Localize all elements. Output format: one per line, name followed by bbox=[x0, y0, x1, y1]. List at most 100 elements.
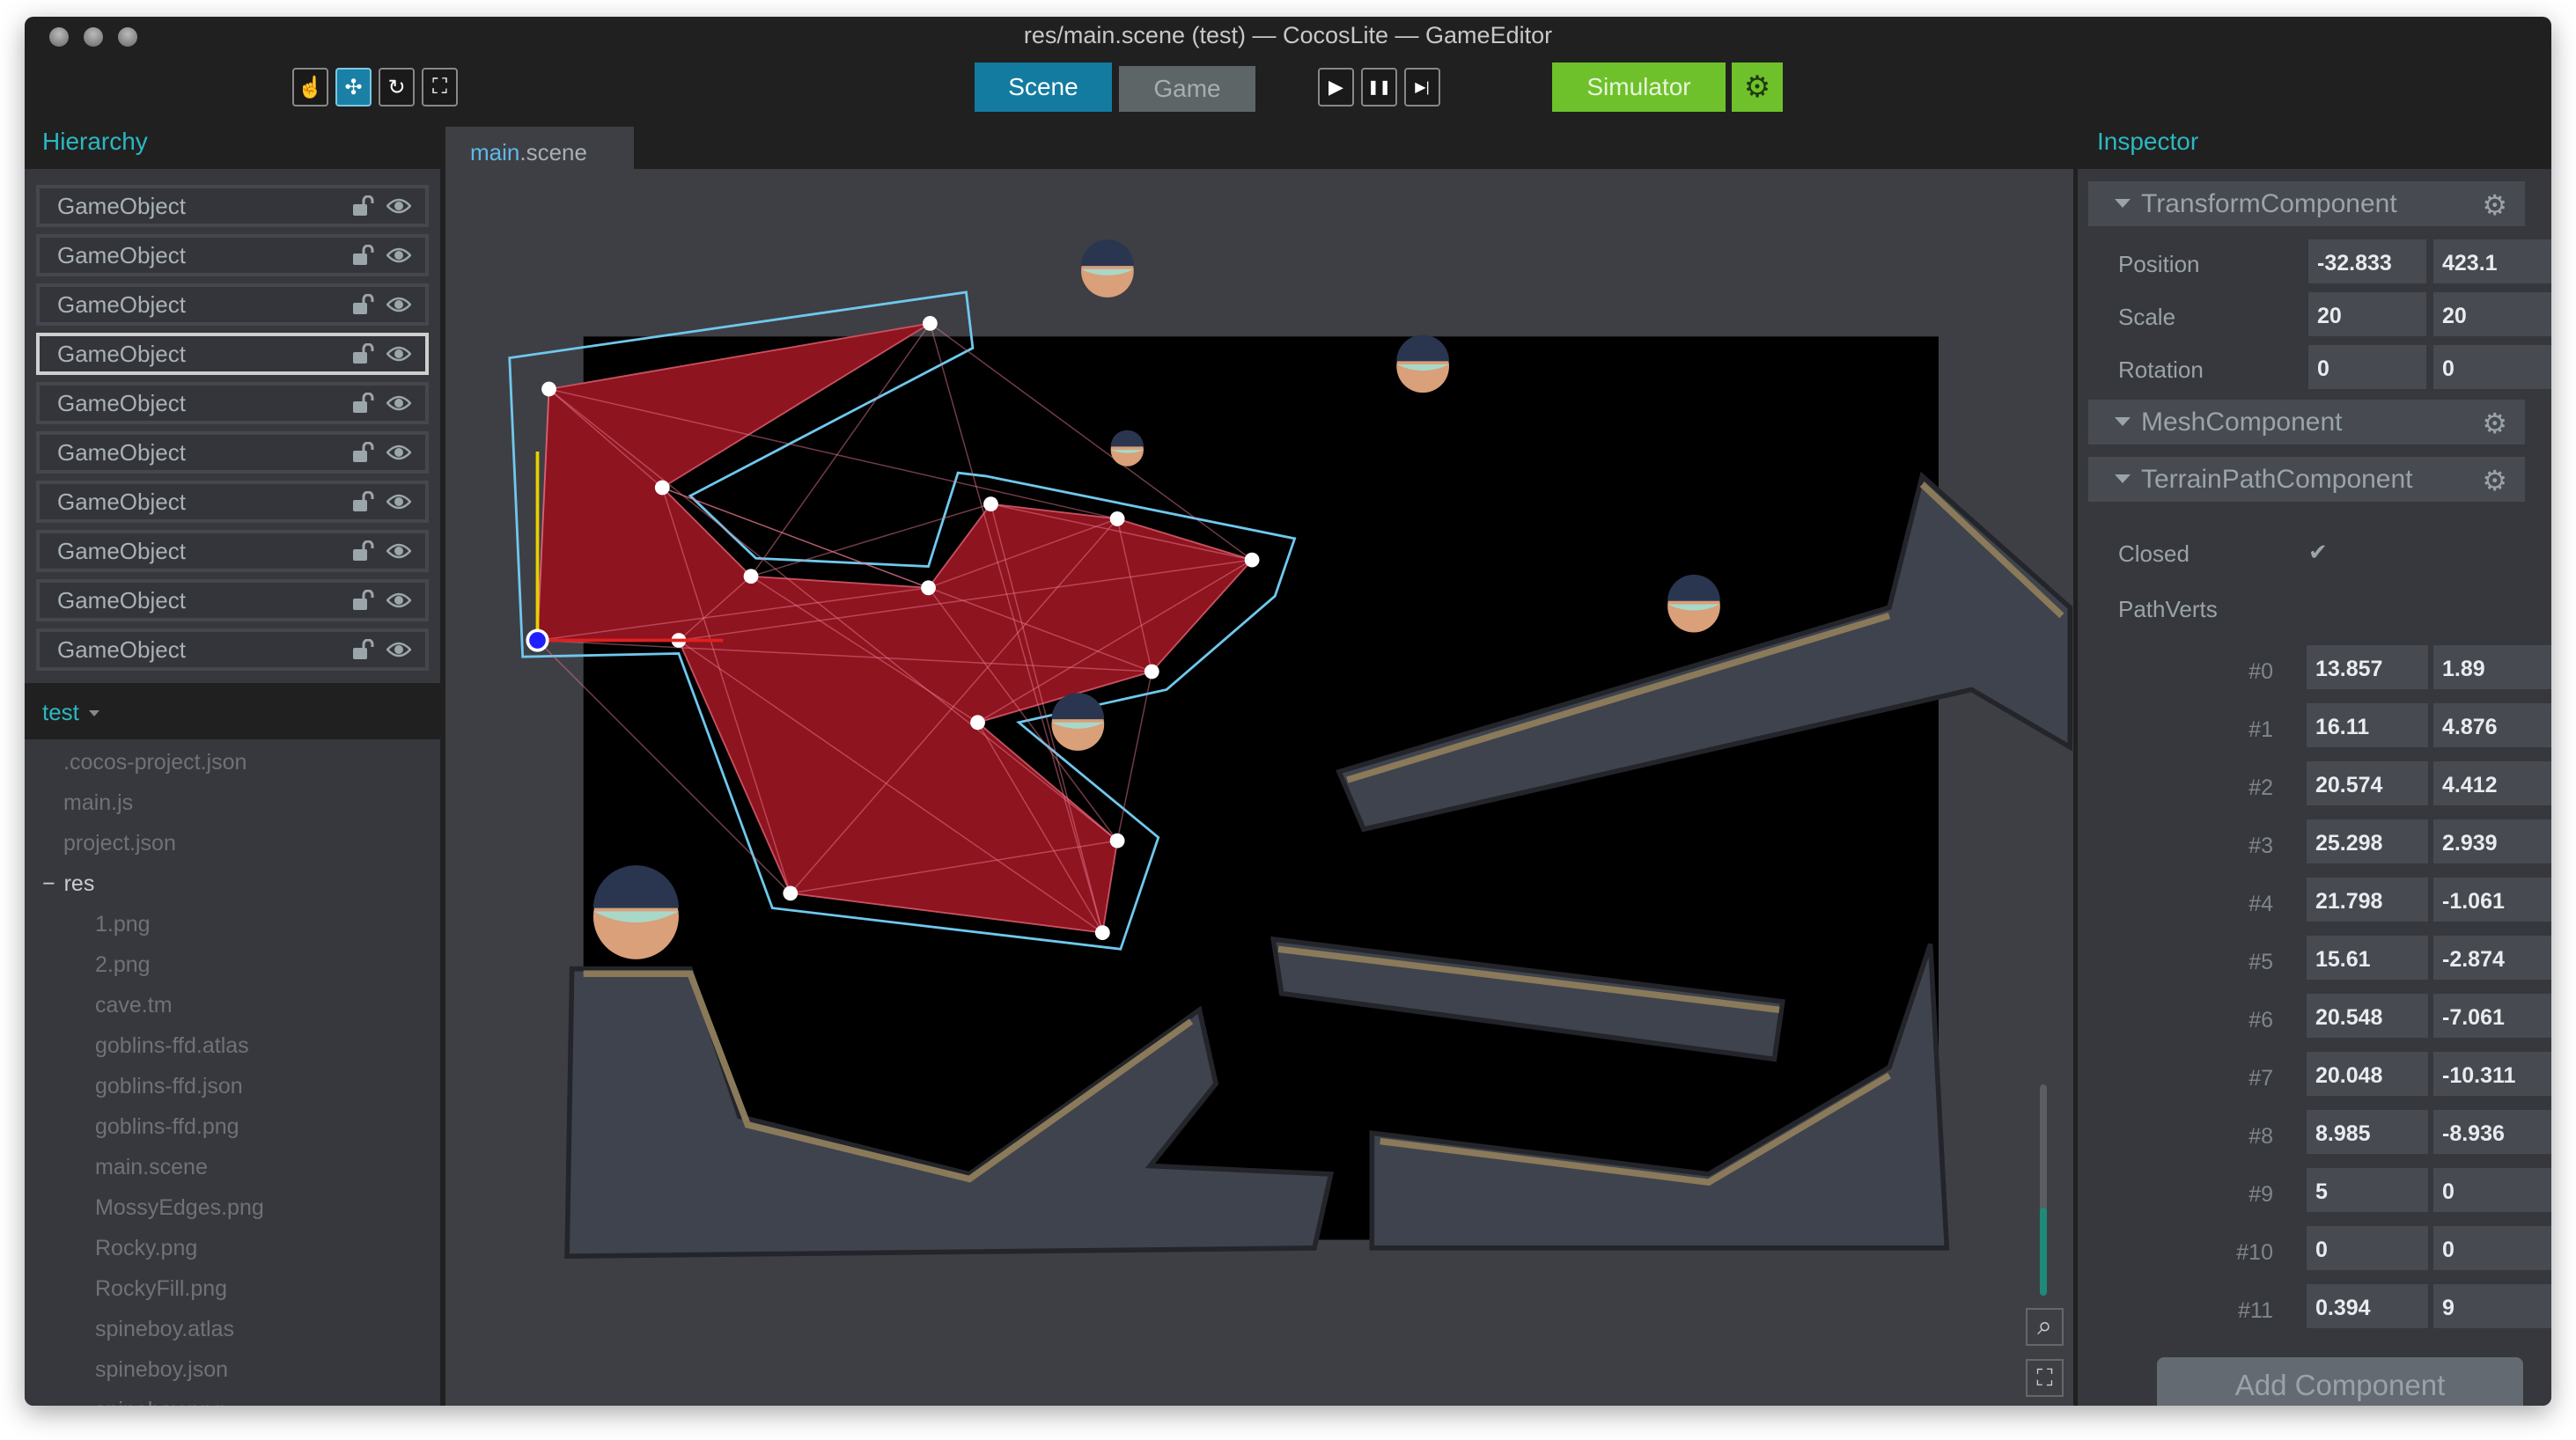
vertex-y-field[interactable]: -8.936 bbox=[2433, 1110, 2551, 1154]
character-sprite[interactable] bbox=[1110, 430, 1144, 467]
gizmo-origin[interactable] bbox=[526, 628, 549, 652]
hierarchy-item[interactable]: GameObject bbox=[36, 431, 429, 474]
hierarchy-item[interactable]: GameObject bbox=[36, 579, 429, 621]
vertex-handle[interactable] bbox=[1244, 552, 1260, 568]
scene-canvas[interactable] bbox=[445, 169, 2073, 1406]
unlock-icon[interactable] bbox=[353, 343, 376, 364]
unlock-icon[interactable] bbox=[353, 393, 376, 414]
vertex-handle[interactable] bbox=[783, 885, 799, 901]
hierarchy-item[interactable]: GameObject bbox=[36, 283, 429, 326]
hierarchy-item[interactable]: GameObject bbox=[36, 333, 429, 375]
eye-icon[interactable] bbox=[386, 591, 411, 609]
eye-icon[interactable] bbox=[386, 345, 411, 363]
eye-icon[interactable] bbox=[386, 542, 411, 560]
unlock-icon[interactable] bbox=[353, 590, 376, 611]
hierarchy-item[interactable]: GameObject bbox=[36, 382, 429, 424]
vertex-y-field[interactable]: 0 bbox=[2433, 1168, 2551, 1212]
add-component-button[interactable]: Add Component bbox=[2157, 1357, 2523, 1406]
vertex-handle[interactable] bbox=[1144, 664, 1159, 680]
gear-icon[interactable]: ⚙ bbox=[2482, 464, 2507, 497]
vertex-x-field[interactable]: 20.548 bbox=[2307, 994, 2428, 1038]
scale-y-field[interactable]: 20 bbox=[2433, 292, 2551, 336]
vertex-y-field[interactable]: 4.412 bbox=[2433, 761, 2551, 805]
step-button[interactable]: ▶| bbox=[1404, 68, 1440, 107]
file-item[interactable]: main.js bbox=[63, 790, 133, 816]
vertex-handle[interactable] bbox=[983, 496, 998, 512]
unlock-icon[interactable] bbox=[353, 195, 376, 217]
tab-main-scene[interactable]: main.scene bbox=[445, 127, 634, 169]
file-item[interactable]: cave.tm bbox=[95, 993, 173, 1018]
scene-viewport[interactable]: ⌕ ⛶ bbox=[445, 169, 2073, 1406]
vertex-handle[interactable] bbox=[970, 715, 985, 731]
vertex-x-field[interactable]: 16.11 bbox=[2307, 703, 2428, 747]
eye-icon[interactable] bbox=[386, 197, 411, 215]
unlock-icon[interactable] bbox=[353, 294, 376, 315]
file-item[interactable]: MossyEdges.png bbox=[95, 1195, 264, 1221]
vertex-x-field[interactable]: 0 bbox=[2307, 1226, 2428, 1270]
unlock-icon[interactable] bbox=[353, 245, 376, 266]
character-sprite[interactable] bbox=[1667, 574, 1720, 633]
unlock-icon[interactable] bbox=[353, 639, 376, 660]
eye-icon[interactable] bbox=[386, 394, 411, 412]
file-item[interactable]: goblins-ffd.atlas bbox=[95, 1033, 249, 1059]
vertex-y-field[interactable]: -7.061 bbox=[2433, 994, 2551, 1038]
file-item[interactable]: spineboy.atlas bbox=[95, 1317, 234, 1342]
vertex-y-field[interactable]: 9 bbox=[2433, 1284, 2551, 1328]
file-item[interactable]: spineboy.png bbox=[95, 1398, 224, 1406]
position-y-field[interactable]: 423.1 bbox=[2433, 239, 2551, 283]
collapse-folder-icon[interactable]: − bbox=[42, 871, 55, 896]
vertex-handle[interactable] bbox=[1109, 833, 1125, 849]
rotation-x-field[interactable]: 0 bbox=[2308, 345, 2426, 389]
file-item[interactable]: 1.png bbox=[95, 912, 151, 937]
vertex-x-field[interactable]: 21.798 bbox=[2307, 878, 2428, 922]
vertex-x-field[interactable]: 8.985 bbox=[2307, 1110, 2428, 1154]
vertex-x-field[interactable]: 20.574 bbox=[2307, 761, 2428, 805]
game-view-button[interactable]: Game bbox=[1119, 66, 1255, 112]
zoom-search-button[interactable]: ⌕ bbox=[2026, 1308, 2064, 1346]
closed-checkbox[interactable]: ✔ bbox=[2308, 539, 2328, 566]
hierarchy-item[interactable]: GameObject bbox=[36, 530, 429, 572]
vertex-x-field[interactable]: 20.048 bbox=[2307, 1052, 2428, 1096]
eye-icon[interactable] bbox=[386, 296, 411, 313]
character-sprite[interactable] bbox=[1396, 334, 1449, 393]
vertex-x-field[interactable]: 15.61 bbox=[2307, 936, 2428, 980]
vertex-x-field[interactable]: 0.394 bbox=[2307, 1284, 2428, 1328]
fit-view-button[interactable]: ⛶ bbox=[2026, 1359, 2064, 1397]
vertex-handle[interactable] bbox=[743, 569, 759, 584]
eye-icon[interactable] bbox=[386, 444, 411, 461]
eye-icon[interactable] bbox=[386, 641, 411, 658]
simulator-button[interactable]: Simulator bbox=[1552, 62, 1726, 112]
unlock-icon[interactable] bbox=[353, 491, 376, 512]
terrain-component-header[interactable]: TerrainPathComponent ⚙ bbox=[2088, 457, 2525, 502]
character-sprite[interactable] bbox=[1051, 693, 1105, 751]
vertex-handle[interactable] bbox=[654, 480, 670, 496]
vertex-y-field[interactable]: 4.876 bbox=[2433, 703, 2551, 747]
simulator-settings-button[interactable]: ⚙ bbox=[1732, 62, 1783, 112]
hierarchy-item[interactable]: GameObject bbox=[36, 185, 429, 227]
vertex-x-field[interactable]: 25.298 bbox=[2307, 819, 2428, 863]
chevron-down-icon[interactable] bbox=[89, 710, 99, 716]
rotate-tool-button[interactable]: ↻ bbox=[379, 68, 415, 107]
vertex-y-field[interactable]: -2.874 bbox=[2433, 936, 2551, 980]
scale-tool-button[interactable]: ⛶ bbox=[422, 68, 458, 107]
vertex-handle[interactable] bbox=[541, 381, 556, 397]
file-item[interactable]: spineboy.json bbox=[95, 1357, 228, 1383]
character-sprite[interactable] bbox=[1081, 239, 1134, 298]
unlock-icon[interactable] bbox=[353, 540, 376, 562]
vertex-y-field[interactable]: 1.89 bbox=[2433, 645, 2551, 689]
vertex-y-field[interactable]: -1.061 bbox=[2433, 878, 2551, 922]
file-item[interactable]: Rocky.png bbox=[95, 1236, 197, 1261]
hierarchy-item[interactable]: GameObject bbox=[36, 481, 429, 523]
vertex-x-field[interactable]: 5 bbox=[2307, 1168, 2428, 1212]
file-item[interactable]: main.scene bbox=[95, 1155, 208, 1180]
vertex-handle[interactable] bbox=[921, 580, 936, 596]
file-item[interactable]: goblins-ffd.png bbox=[95, 1114, 239, 1140]
hand-tool-button[interactable]: ☝ bbox=[292, 68, 328, 107]
scale-x-field[interactable]: 20 bbox=[2308, 292, 2426, 336]
file-item[interactable]: RockyFill.png bbox=[95, 1276, 227, 1302]
move-tool-button[interactable]: ✣ bbox=[335, 68, 372, 107]
hierarchy-item[interactable]: GameObject bbox=[36, 628, 429, 671]
play-button[interactable]: ▶ bbox=[1318, 68, 1354, 107]
hierarchy-item[interactable]: GameObject bbox=[36, 234, 429, 276]
file-item[interactable]: .cocos-project.json bbox=[63, 750, 247, 775]
